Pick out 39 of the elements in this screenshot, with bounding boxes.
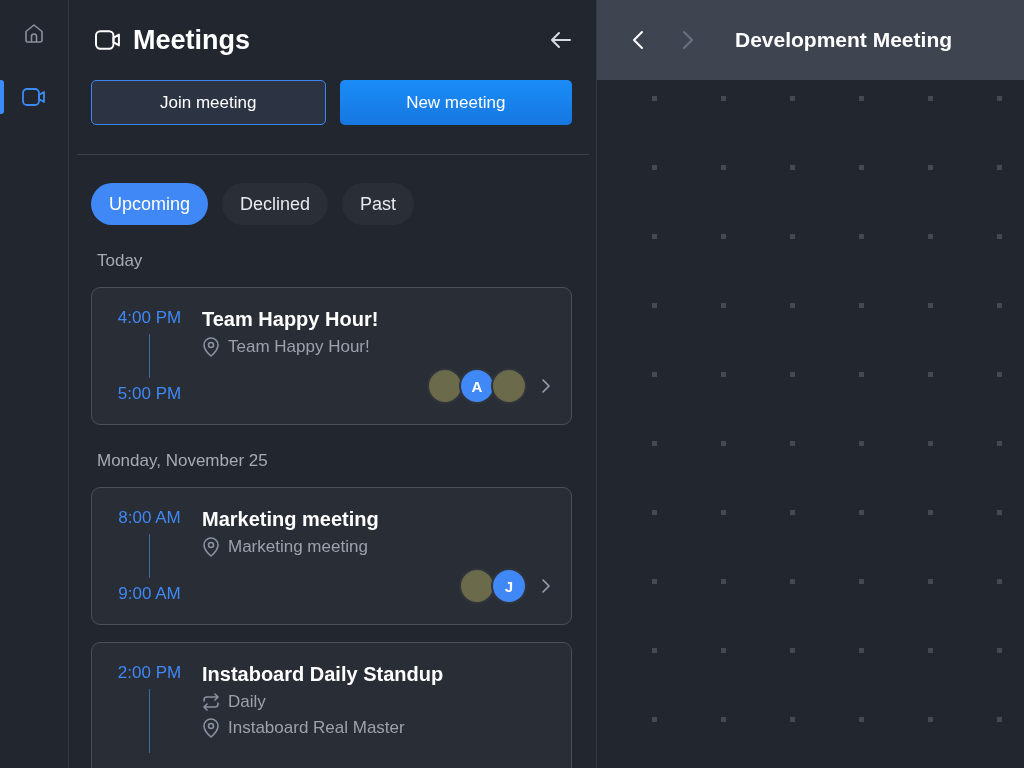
meeting-detail: Team Happy Hour! [228,337,370,357]
filter-tab[interactable]: Declined [222,183,329,225]
location-pin-icon [202,337,220,357]
chevron-right-icon[interactable] [541,578,551,594]
end-time: 5:00 PM [117,384,182,404]
video-camera-icon [93,28,123,52]
meeting-detail: Marketing meeting [228,537,368,557]
meeting-card[interactable]: 8:00 AM 9:00 AM Marketing meeting Marketing meeting J [91,487,572,625]
avatar-initial: A [459,368,495,404]
avatar-initial: J [491,568,527,604]
avatar-photo-placeholder [491,368,527,404]
meeting-title: Team Happy Hour! [202,308,380,331]
board-title: Development Meeting [735,28,953,52]
repeat-icon [202,693,220,711]
home-icon [22,21,46,45]
new-meeting-button[interactable]: New meeting [339,80,572,125]
meeting-card[interactable]: 2:00 PM Instaboard Daily Standup Daily Instaboard Real Master [91,642,572,768]
start-time: 8:00 AM [118,508,181,528]
date-heading: Today [97,251,144,271]
end-time: 9:00 AM [118,584,181,604]
filter-tab[interactable]: Past [342,183,415,225]
meeting-card[interactable]: 4:00 PM 5:00 PM Team Happy Hour! Team Happy Hour! A [91,287,572,425]
video-camera-icon [21,86,47,108]
meeting-detail: Instaboard Real Master [228,718,405,738]
start-time: 4:00 PM [117,308,182,328]
meeting-title: Marketing meeting [202,508,380,531]
chevron-right-icon[interactable] [541,378,551,394]
back-arrow-icon[interactable] [550,31,572,49]
join-meeting-button[interactable]: Join meeting [91,80,326,125]
location-pin-icon [202,537,220,557]
avatar-photo-placeholder [459,568,495,604]
panel-title: Meetings [133,24,251,56]
meeting-title: Instaboard Daily Standup [202,663,445,686]
chevron-left-icon[interactable] [631,29,645,51]
meeting-detail: Daily [228,692,266,712]
start-time: 2:00 PM [117,663,182,683]
location-pin-icon [202,718,220,738]
date-heading: Monday, November 25 [97,451,269,471]
avatar-photo-placeholder [427,368,463,404]
